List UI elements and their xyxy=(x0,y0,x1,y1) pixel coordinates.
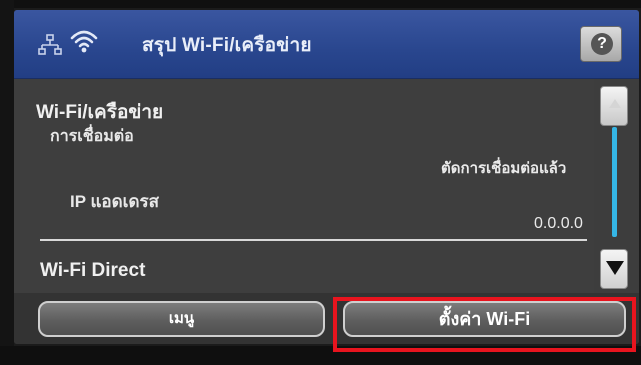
section-title-wifi-direct[interactable]: Wi-Fi Direct xyxy=(40,260,145,282)
printer-lcd-screen: สรุป Wi-Fi/เครือข่าย ? Wi-Fi/เครือข่าย ก… xyxy=(14,10,639,344)
title-bar: สรุป Wi-Fi/เครือข่าย ? xyxy=(14,10,639,79)
ip-address-value: 0.0.0.0 xyxy=(534,215,583,232)
section-title-wifi-network: Wi-Fi/เครือข่าย xyxy=(36,102,164,123)
scroll-up-button[interactable] xyxy=(600,86,628,126)
page-title: สรุป Wi-Fi/เครือข่าย xyxy=(142,35,312,56)
section-divider xyxy=(40,239,587,241)
scroll-down-button[interactable] xyxy=(600,249,628,289)
help-button[interactable]: ? xyxy=(580,26,622,62)
device-bezel-top xyxy=(0,0,641,8)
scrollbar-thumb[interactable] xyxy=(612,127,617,237)
device-bezel-left xyxy=(0,0,14,365)
menu-button[interactable]: เมนู xyxy=(38,301,325,337)
arrow-up-icon xyxy=(609,99,621,108)
network-icon xyxy=(38,34,62,55)
help-icon: ? xyxy=(591,33,613,55)
ip-address-label: IP แอดเดรส xyxy=(70,192,160,211)
wifi-icon xyxy=(70,30,98,53)
summary-panel: Wi-Fi/เครือข่าย การเชื่อมต่อ ตัดการเชื่อ… xyxy=(14,79,594,293)
connection-status-value: ตัดการเชื่อมต่อแล้ว xyxy=(441,160,567,177)
highlight-box xyxy=(333,297,636,352)
arrow-down-icon xyxy=(606,261,624,275)
connection-label: การเชื่อมต่อ xyxy=(50,128,134,145)
